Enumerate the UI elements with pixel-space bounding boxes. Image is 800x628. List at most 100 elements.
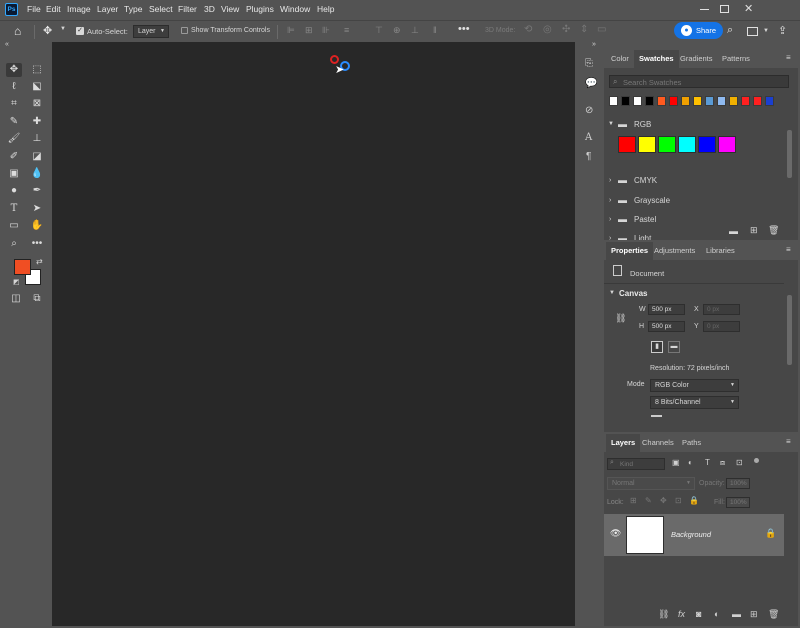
panel-menu-icon[interactable]: ≡: [786, 437, 791, 446]
stamp-tool-icon[interactable]: ⊥: [29, 132, 45, 146]
folder-cmyk[interactable]: › ▬ CMYK: [604, 171, 784, 190]
filter-adjustment-icon[interactable]: ◐: [688, 459, 693, 467]
gradient-tool-icon[interactable]: ▣: [6, 167, 22, 181]
menu-image[interactable]: Image: [67, 4, 91, 14]
background-fill-swatch[interactable]: [651, 415, 662, 417]
tab-color[interactable]: Color: [606, 50, 634, 68]
comments-panel-icon[interactable]: 💬: [585, 79, 597, 89]
brush-tool-icon[interactable]: 🖌: [6, 132, 22, 146]
properties-scrollbar[interactable]: [787, 295, 792, 365]
menu-edit[interactable]: Edit: [46, 4, 61, 14]
workspace-icon[interactable]: [747, 27, 758, 36]
height-field[interactable]: 500 px: [648, 321, 685, 332]
character-panel-icon[interactable]: A: [585, 133, 592, 143]
document-canvas[interactable]: ➤: [52, 42, 575, 626]
lock-transparent-icon[interactable]: ⊞: [630, 497, 637, 505]
new-swatch-icon[interactable]: ⊞: [750, 225, 758, 236]
menu-layer[interactable]: Layer: [97, 4, 118, 14]
delete-layer-icon[interactable]: 🗑: [768, 610, 779, 619]
dodge-tool-icon[interactable]: ●: [6, 184, 22, 198]
3d-roll-icon[interactable]: ◎: [543, 24, 552, 35]
swatches-scrollbar[interactable]: [787, 130, 792, 178]
lasso-tool-icon[interactable]: ℓ: [6, 80, 22, 94]
layer-filter-input[interactable]: ⌕ Kind: [607, 458, 665, 470]
filter-toggle-icon[interactable]: [754, 458, 759, 463]
rgb-swatch[interactable]: [678, 136, 696, 153]
3d-rotate-icon[interactable]: ⟲: [524, 24, 532, 35]
object-select-tool-icon[interactable]: ⬕: [29, 80, 45, 94]
auto-select-dropdown[interactable]: Layer ▼: [133, 25, 169, 38]
align-right-icon[interactable]: ⊪: [322, 25, 330, 36]
recent-swatch[interactable]: [753, 96, 762, 106]
rgb-swatch[interactable]: [638, 136, 656, 153]
hand-tool-icon[interactable]: ✋: [29, 219, 45, 233]
collapse-toolbar-icon[interactable]: «: [5, 41, 9, 48]
navigator-panel-icon[interactable]: ⊘: [585, 106, 593, 116]
rgb-swatch[interactable]: [718, 136, 736, 153]
foreground-color-swatch[interactable]: [14, 259, 31, 275]
more-tools-icon[interactable]: •••: [29, 237, 45, 251]
panel-menu-icon[interactable]: ≡: [786, 53, 791, 62]
recent-swatch[interactable]: [717, 96, 726, 106]
swap-colors-icon[interactable]: ⇄: [36, 257, 43, 266]
maximize-icon[interactable]: [720, 5, 729, 13]
recent-swatch[interactable]: [609, 96, 618, 106]
recent-swatch[interactable]: [705, 96, 714, 106]
blend-mode-dropdown[interactable]: Normal ▼: [607, 477, 695, 490]
tab-swatches[interactable]: Swatches: [634, 50, 679, 68]
fill-field[interactable]: 100%: [726, 497, 750, 508]
paragraph-panel-icon[interactable]: ¶: [586, 152, 591, 162]
move-tool-icon[interactable]: ✥: [43, 24, 52, 37]
chevron-down-icon[interactable]: ▼: [763, 28, 769, 34]
layer-style-icon[interactable]: fx: [678, 610, 685, 619]
home-icon[interactable]: ⌂: [14, 24, 21, 38]
menu-plugins[interactable]: Plugins: [246, 4, 274, 14]
menu-filter[interactable]: Filter: [178, 4, 197, 14]
new-layer-icon[interactable]: ⊞: [750, 610, 758, 619]
link-layers-icon[interactable]: ⛓: [658, 610, 669, 619]
tab-layers[interactable]: Layers: [606, 434, 641, 452]
rgb-swatch[interactable]: [618, 136, 636, 153]
tab-channels[interactable]: Channels: [637, 434, 679, 452]
menu-type[interactable]: Type: [124, 4, 142, 14]
add-mask-icon[interactable]: ◙: [696, 610, 701, 619]
zoom-tool-icon[interactable]: ⌕: [6, 237, 22, 251]
photoshop-logo[interactable]: Ps: [5, 3, 18, 16]
recent-swatch[interactable]: [645, 96, 654, 106]
tab-gradients[interactable]: Gradients: [675, 50, 718, 68]
tab-patterns[interactable]: Patterns: [717, 50, 755, 68]
recent-swatch[interactable]: [621, 96, 630, 106]
3d-slide-icon[interactable]: ⇕: [580, 24, 588, 35]
chevron-down-icon[interactable]: ▼: [609, 290, 615, 296]
adjustment-layer-icon[interactable]: ◐: [714, 610, 719, 619]
recent-swatch[interactable]: [669, 96, 678, 106]
history-panel-icon[interactable]: ⎘: [585, 59, 593, 69]
move-tool-icon[interactable]: ✥: [6, 63, 22, 77]
portrait-orientation-icon[interactable]: ▮: [651, 341, 663, 353]
auto-select-checkbox[interactable]: ✓: [76, 27, 84, 35]
rgb-swatch[interactable]: [658, 136, 676, 153]
lock-brush-icon[interactable]: ✎: [645, 497, 652, 505]
show-transform-checkbox[interactable]: [181, 27, 188, 34]
crop-tool-icon[interactable]: ⌗: [6, 97, 22, 111]
3d-scale-icon[interactable]: ▭: [597, 24, 606, 35]
bit-depth-dropdown[interactable]: 8 Bits/Channel ▼: [650, 396, 739, 409]
quick-mask-icon[interactable]: ◫: [8, 292, 24, 306]
close-icon[interactable]: ✕: [744, 2, 753, 15]
recent-swatch[interactable]: [657, 96, 666, 106]
frame-tool-icon[interactable]: ⊠: [29, 97, 45, 111]
delete-swatch-icon[interactable]: 🗑: [768, 225, 779, 236]
menu-view[interactable]: View: [221, 4, 239, 14]
lock-artboard-icon[interactable]: ⊡: [675, 497, 682, 505]
align-bottom-icon[interactable]: ⊥: [411, 25, 419, 36]
recent-swatch[interactable]: [729, 96, 738, 106]
search-icon[interactable]: ⌕: [727, 24, 733, 37]
folder-grayscale[interactable]: › ▬ Grayscale: [604, 191, 784, 210]
filter-shape-icon[interactable]: ⧈: [720, 459, 725, 467]
panel-menu-icon[interactable]: ≡: [786, 245, 791, 254]
align-middle-icon[interactable]: ⊕: [393, 25, 401, 36]
default-colors-icon[interactable]: ◩: [13, 278, 20, 286]
minimize-icon[interactable]: [700, 9, 709, 10]
screen-mode-icon[interactable]: ⧉: [29, 292, 45, 306]
distribute-icon[interactable]: ≡: [344, 25, 349, 35]
